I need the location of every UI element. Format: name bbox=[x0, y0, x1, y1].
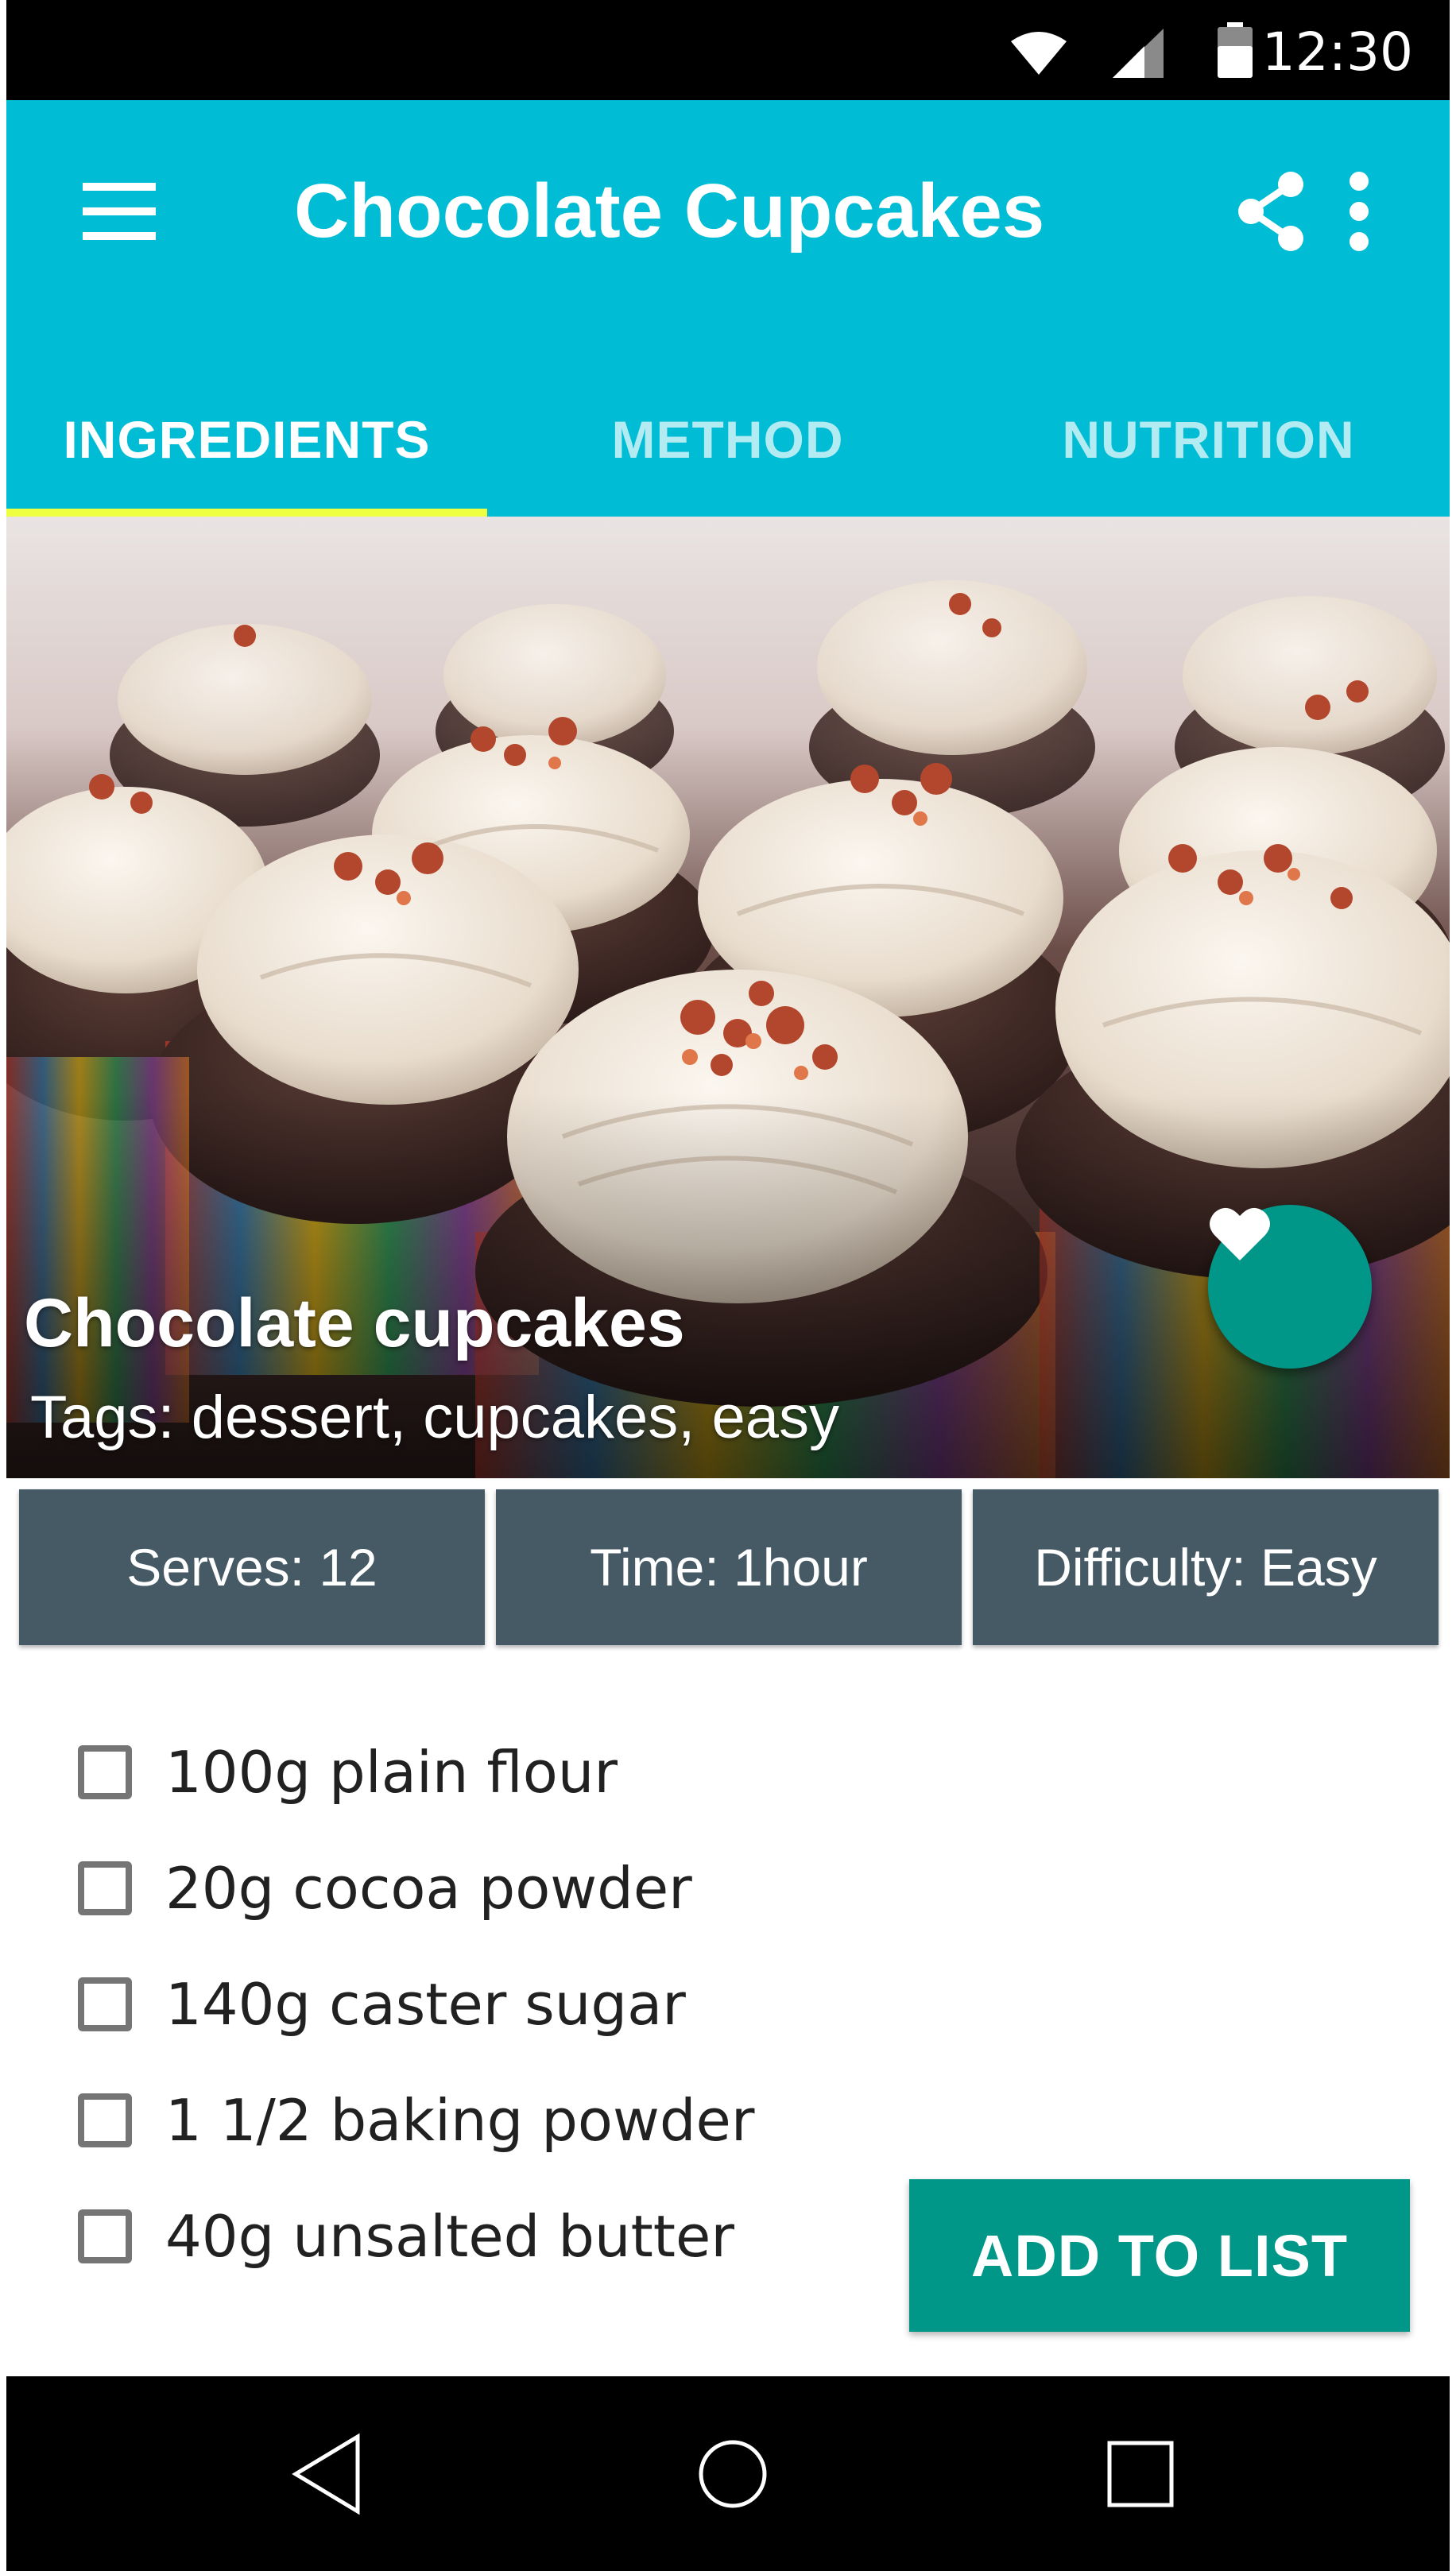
recents-icon[interactable] bbox=[1102, 2432, 1178, 2516]
navigation-bar bbox=[6, 2376, 1450, 2571]
tab-nutrition[interactable]: NUTRITION bbox=[968, 362, 1449, 517]
more-vert-icon[interactable] bbox=[1335, 170, 1383, 253]
app-bar: Chocolate Cupcakes INGREDIENTS METHOD NU… bbox=[6, 100, 1450, 517]
ingredient-item[interactable]: 100g plain flour bbox=[78, 1725, 618, 1820]
home-icon[interactable] bbox=[695, 2432, 771, 2516]
heart-icon bbox=[1210, 1207, 1270, 1260]
menu-icon[interactable] bbox=[79, 180, 159, 243]
favorite-button[interactable] bbox=[1208, 1205, 1372, 1369]
checkbox[interactable] bbox=[78, 1745, 132, 1799]
status-bar: 12:30 bbox=[6, 0, 1450, 100]
tab-ingredients[interactable]: INGREDIENTS bbox=[6, 362, 487, 517]
wifi-icon bbox=[1011, 32, 1067, 75]
checkbox[interactable] bbox=[78, 1861, 132, 1915]
tab-bar: INGREDIENTS METHOD NUTRITION bbox=[6, 362, 1450, 517]
serves-chip: Serves: 12 bbox=[19, 1489, 485, 1645]
clock: 12:30 bbox=[1261, 21, 1413, 83]
difficulty-chip: Difficulty: Easy bbox=[973, 1489, 1439, 1645]
checkbox[interactable] bbox=[78, 1977, 132, 2031]
checkbox[interactable] bbox=[78, 2209, 132, 2263]
ingredient-label: 1 1/2 baking powder bbox=[165, 2087, 755, 2154]
tab-method[interactable]: METHOD bbox=[487, 362, 968, 517]
recipe-tags: Tags: dessert, cupcakes, easy bbox=[30, 1384, 840, 1451]
recipe-info: Serves: 12 Time: 1hour Difficulty: Easy bbox=[19, 1489, 1439, 1645]
ingredient-label: 140g caster sugar bbox=[165, 1971, 686, 2038]
recipe-title: Chocolate cupcakes bbox=[24, 1285, 685, 1361]
share-icon[interactable] bbox=[1237, 172, 1305, 251]
page-title: Chocolate Cupcakes bbox=[294, 168, 1045, 254]
ingredient-label: 20g cocoa powder bbox=[165, 1855, 692, 1922]
signal-icon bbox=[1113, 29, 1164, 78]
hero-image: Chocolate cupcakes Tags: dessert, cupcak… bbox=[6, 517, 1450, 1478]
add-to-list-button[interactable]: ADD TO LIST bbox=[909, 2179, 1410, 2332]
ingredient-label: 40g unsalted butter bbox=[165, 2203, 734, 2270]
ingredient-item[interactable]: 1 1/2 baking powder bbox=[78, 2073, 754, 2168]
battery-icon bbox=[1218, 22, 1253, 78]
back-icon[interactable] bbox=[288, 2432, 364, 2516]
ingredient-item[interactable]: 20g cocoa powder bbox=[78, 1841, 692, 1936]
ingredient-item[interactable]: 40g unsalted butter bbox=[78, 2189, 734, 2284]
ingredient-label: 100g plain flour bbox=[165, 1739, 618, 1806]
time-chip: Time: 1hour bbox=[496, 1489, 962, 1645]
app-screen: 12:30 Chocolate Cupcakes INGREDIENTS MET… bbox=[6, 0, 1450, 2571]
checkbox[interactable] bbox=[78, 2093, 132, 2147]
ingredient-item[interactable]: 140g caster sugar bbox=[78, 1957, 686, 2052]
